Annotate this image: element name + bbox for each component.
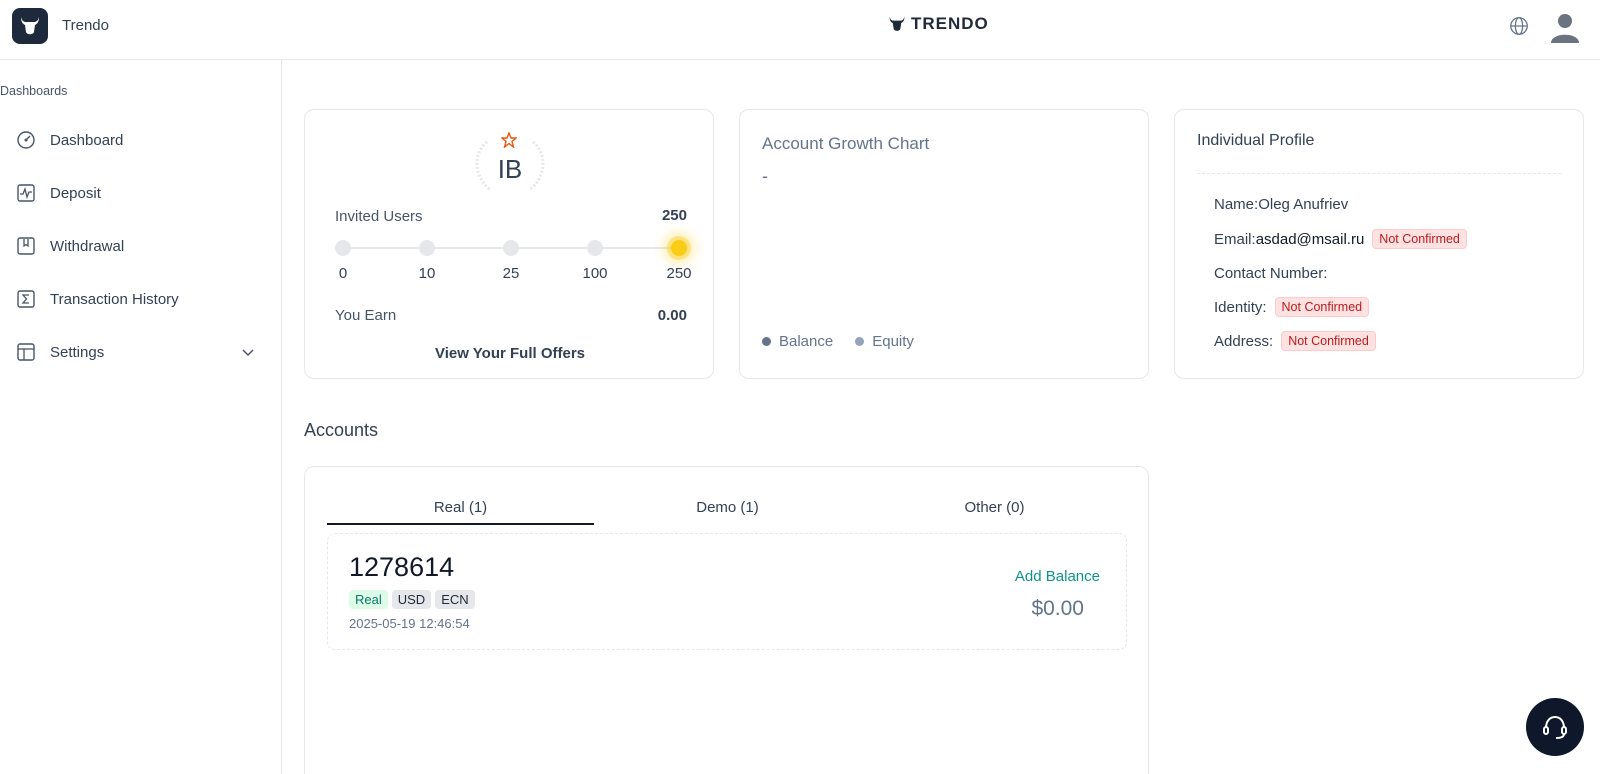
support-chat-button[interactable] (1526, 698, 1584, 756)
ib-badge: IB (465, 132, 555, 194)
accounts-card: Real (1) Demo (1) Other (0) 1278614 Real… (304, 466, 1149, 774)
profile-row-name: Name: Oleg Anufriev (1214, 196, 1348, 213)
progress-step (335, 240, 351, 256)
accounts-title: Accounts (304, 420, 379, 440)
star-icon (501, 132, 517, 148)
email-value: asdad@msail.ru (1255, 230, 1365, 248)
account-growth-card: Account Growth Chart - Balance Equity (739, 109, 1149, 379)
progress-step-label: 0 (338, 265, 348, 282)
legend-dot (855, 337, 865, 346)
sidebar-item-transaction-history[interactable]: Transaction History (16, 281, 266, 317)
progress-step-label: 100 (582, 265, 608, 282)
gauge-icon (16, 130, 36, 150)
sidebar: Dashboards Dashboard Deposit Withdrawal … (0, 60, 282, 774)
account-group-tag: ECN (435, 590, 475, 609)
tab-real[interactable]: Real (1) (327, 489, 594, 525)
ib-badge-text: IB (497, 154, 523, 184)
invited-users-label: Invited Users (335, 208, 423, 225)
profile-title: Individual Profile (1197, 132, 1315, 149)
legend-item-balance[interactable]: Balance (762, 333, 833, 350)
bookmark-icon (16, 236, 36, 256)
account-item[interactable]: 1278614 Real USD ECN 2025-05-19 12:46:54… (327, 533, 1127, 650)
view-full-offers-link[interactable]: View Your Full Offers (305, 345, 715, 362)
sidebar-item-label: Settings (50, 343, 105, 361)
bull-logo-icon (889, 16, 905, 31)
name-label: Name: (1214, 196, 1259, 213)
divider (1197, 173, 1561, 174)
tab-other[interactable]: Other (0) (861, 489, 1128, 525)
add-balance-button[interactable]: Add Balance (1015, 568, 1100, 585)
ib-card: IB Invited Users 250 0 10 25 100 250 You… (304, 109, 714, 379)
sidebar-item-label: Deposit (50, 184, 101, 202)
app-name: Trendo (62, 17, 109, 34)
growth-chart-value: - (762, 166, 768, 186)
brand-text: TRENDO (911, 14, 989, 33)
activity-icon (16, 183, 36, 203)
sidebar-item-dashboard[interactable]: Dashboard (16, 122, 266, 158)
name-value: Oleg Anufriev (1258, 196, 1349, 213)
sidebar-item-label: Withdrawal (50, 237, 125, 255)
identity-label: Identity: (1214, 298, 1267, 316)
contact-label: Contact Number: (1214, 265, 1328, 282)
account-created-date: 2025-05-19 12:46:54 (349, 616, 470, 631)
progress-step (503, 240, 519, 256)
top-bar: Trendo TRENDO (0, 0, 1600, 60)
account-number: 1278614 (349, 552, 455, 582)
progress-step-label: 250 (666, 265, 692, 282)
progress-step-active (671, 240, 687, 256)
user-avatar-icon[interactable] (1548, 10, 1582, 44)
sidebar-item-deposit[interactable]: Deposit (16, 175, 266, 211)
sidebar-section-label: Dashboards (0, 84, 68, 98)
sidebar-item-withdrawal[interactable]: Withdrawal (16, 228, 266, 264)
status-badge: Not Confirmed (1274, 297, 1370, 317)
individual-profile-card: Individual Profile Name: Oleg Anufriev E… (1174, 109, 1584, 379)
account-type-tag: Real (349, 590, 388, 609)
progress-step-label: 10 (418, 265, 436, 282)
legend-dot (762, 337, 771, 346)
legend-label: Balance (779, 333, 834, 350)
profile-row-email: Email: asdad@msail.ru Not Confirmed (1214, 229, 1467, 249)
status-badge: Not Confirmed (1372, 229, 1467, 249)
chart-legend: Balance Equity (762, 333, 914, 350)
tab-demo[interactable]: Demo (1) (594, 489, 861, 525)
account-balance: $0.00 (1031, 597, 1084, 620)
chevron-down-icon[interactable] (240, 344, 256, 360)
sidebar-item-label: Transaction History (50, 290, 179, 308)
sidebar-item-settings[interactable]: Settings (16, 334, 266, 370)
growth-chart-title: Account Growth Chart (762, 134, 930, 153)
currency-tag: USD (391, 590, 432, 609)
profile-row-address: Address: Not Confirmed (1214, 331, 1376, 351)
progress-step (587, 240, 603, 256)
you-earn-value: 0.00 (657, 307, 687, 324)
profile-row-identity: Identity: Not Confirmed (1214, 297, 1370, 317)
bull-logo-icon[interactable] (12, 8, 48, 44)
sigma-icon (16, 289, 36, 309)
brand-logo[interactable]: TRENDO (887, 14, 989, 34)
progress-step (419, 240, 435, 256)
you-earn-label: You Earn (335, 307, 397, 324)
progress-step-label: 25 (502, 265, 520, 282)
account-tags: Real USD ECN (349, 590, 475, 609)
globe-icon[interactable] (1508, 15, 1530, 37)
table-icon (16, 342, 36, 362)
legend-item-equity[interactable]: Equity (855, 333, 914, 350)
status-badge: Not Confirmed (1281, 331, 1376, 351)
sidebar-item-label: Dashboard (50, 131, 124, 149)
headset-icon (1543, 715, 1567, 739)
legend-label: Equity (872, 333, 914, 350)
address-label: Address: (1214, 332, 1274, 350)
invited-users-value: 250 (661, 207, 687, 224)
profile-row-contact: Contact Number: (1214, 265, 1327, 282)
email-label: Email: (1214, 230, 1256, 248)
